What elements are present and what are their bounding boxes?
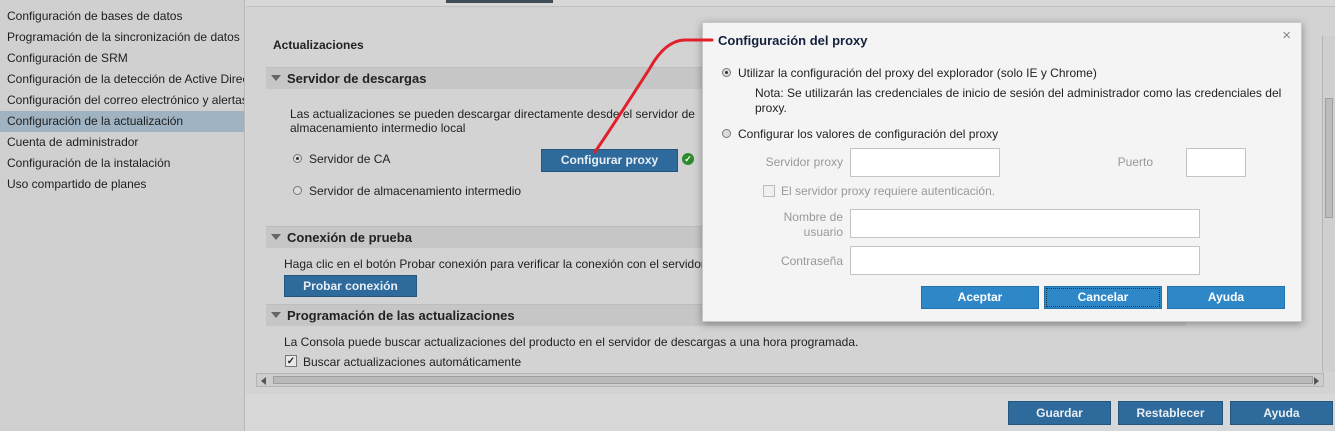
schedule-description: La Consola puede buscar actualizaciones … [284,335,859,349]
download-description-line2: almacenamiento intermedio local [290,121,466,135]
sidebar-nav: Configuración de bases de datos Programa… [0,0,245,431]
dialog-help-button[interactable]: Ayuda [1167,286,1285,309]
save-button[interactable]: Guardar [1008,401,1111,425]
test-connection-button[interactable]: Probar conexión [284,275,417,297]
test-connection-description: Haga clic en el botón Probar conexión pa… [284,257,705,271]
radio-ca-server[interactable] [293,154,302,163]
accept-button[interactable]: Aceptar [921,286,1039,309]
sidebar-item-databases[interactable]: Configuración de bases de datos [0,6,244,27]
configure-proxy-button[interactable]: Configurar proxy [541,149,678,172]
help-button[interactable]: Ayuda [1230,401,1333,425]
proxy-note-line1: Nota: Se utilizarán las credenciales de … [755,86,1282,100]
sidebar-item-admin-account[interactable]: Cuenta de administrador [0,132,244,153]
auto-check-checkbox[interactable]: ✓ [285,355,297,367]
active-tab-indicator [446,0,553,3]
password-label: Contraseña [780,254,843,268]
username-label-line1: Nombre de [783,210,843,224]
password-input[interactable] [850,246,1200,275]
sidebar-item-plan-sharing[interactable]: Uso compartido de planes [0,174,244,195]
proxy-auth-checkbox[interactable] [763,185,775,197]
close-icon[interactable]: × [1282,27,1291,44]
proxy-server-input[interactable] [850,148,1000,177]
triangle-down-icon [271,234,281,240]
radio-manual-proxy[interactable] [722,129,731,138]
auto-check-label: Buscar actualizaciones automáticamente [303,355,522,369]
triangle-down-icon [271,312,281,318]
sidebar-item-updates[interactable]: Configuración de la actualización [0,111,244,132]
vertical-scrollbar[interactable] [1322,36,1335,372]
triangle-down-icon [271,75,281,81]
proxy-server-label: Servidor proxy [765,155,843,169]
scroll-left-icon[interactable] [261,377,266,385]
reset-button[interactable]: Restablecer [1118,401,1223,425]
dialog-title: Configuración del proxy [718,33,868,48]
radio-browser-proxy[interactable] [722,68,731,77]
radio-ca-server-label: Servidor de CA [309,152,391,166]
horizontal-scrollbar[interactable] [256,373,1324,387]
port-input[interactable] [1186,148,1246,177]
radio-browser-proxy-label: Utilizar la configuración del proxy del … [738,66,1097,80]
scroll-right-icon[interactable] [1314,377,1319,385]
username-input[interactable] [850,209,1200,238]
proxy-settings-dialog: Configuración del proxy × Utilizar la co… [702,22,1302,322]
sidebar-item-data-sync[interactable]: Programación de la sincronización de dat… [0,27,244,48]
sidebar-item-email-alerts[interactable]: Configuración del correo electrónico y a… [0,90,244,111]
username-label-line2: usuario [803,225,843,239]
port-label: Puerto [1117,155,1153,169]
horizontal-scrollbar-thumb[interactable] [273,376,1313,384]
radio-staging-server[interactable] [293,186,302,195]
download-description-line1: Las actualizaciones se pueden descargar … [290,107,695,121]
check-circle-icon: ✓ [682,153,694,165]
radio-manual-proxy-label: Configurar los valores de configuración … [738,127,999,141]
proxy-auth-label: El servidor proxy requiere autenticación… [781,184,996,198]
sidebar-item-srm[interactable]: Configuración de SRM [0,48,244,69]
section-update-schedule-title: Programación de las actualizaciones [287,308,515,323]
cancel-button[interactable]: Cancelar [1044,286,1162,309]
page-title: Actualizaciones [273,38,364,52]
vertical-scrollbar-thumb[interactable] [1325,98,1333,218]
sidebar-item-active-directory[interactable]: Configuración de la detección de Active … [0,69,244,90]
proxy-note-line2: proxy. [755,101,787,115]
radio-staging-server-label: Servidor de almacenamiento intermedio [309,184,522,198]
sidebar-item-installation[interactable]: Configuración de la instalación [0,153,244,174]
section-download-server-title: Servidor de descargas [287,71,427,86]
section-test-connection-title: Conexión de prueba [287,230,412,245]
